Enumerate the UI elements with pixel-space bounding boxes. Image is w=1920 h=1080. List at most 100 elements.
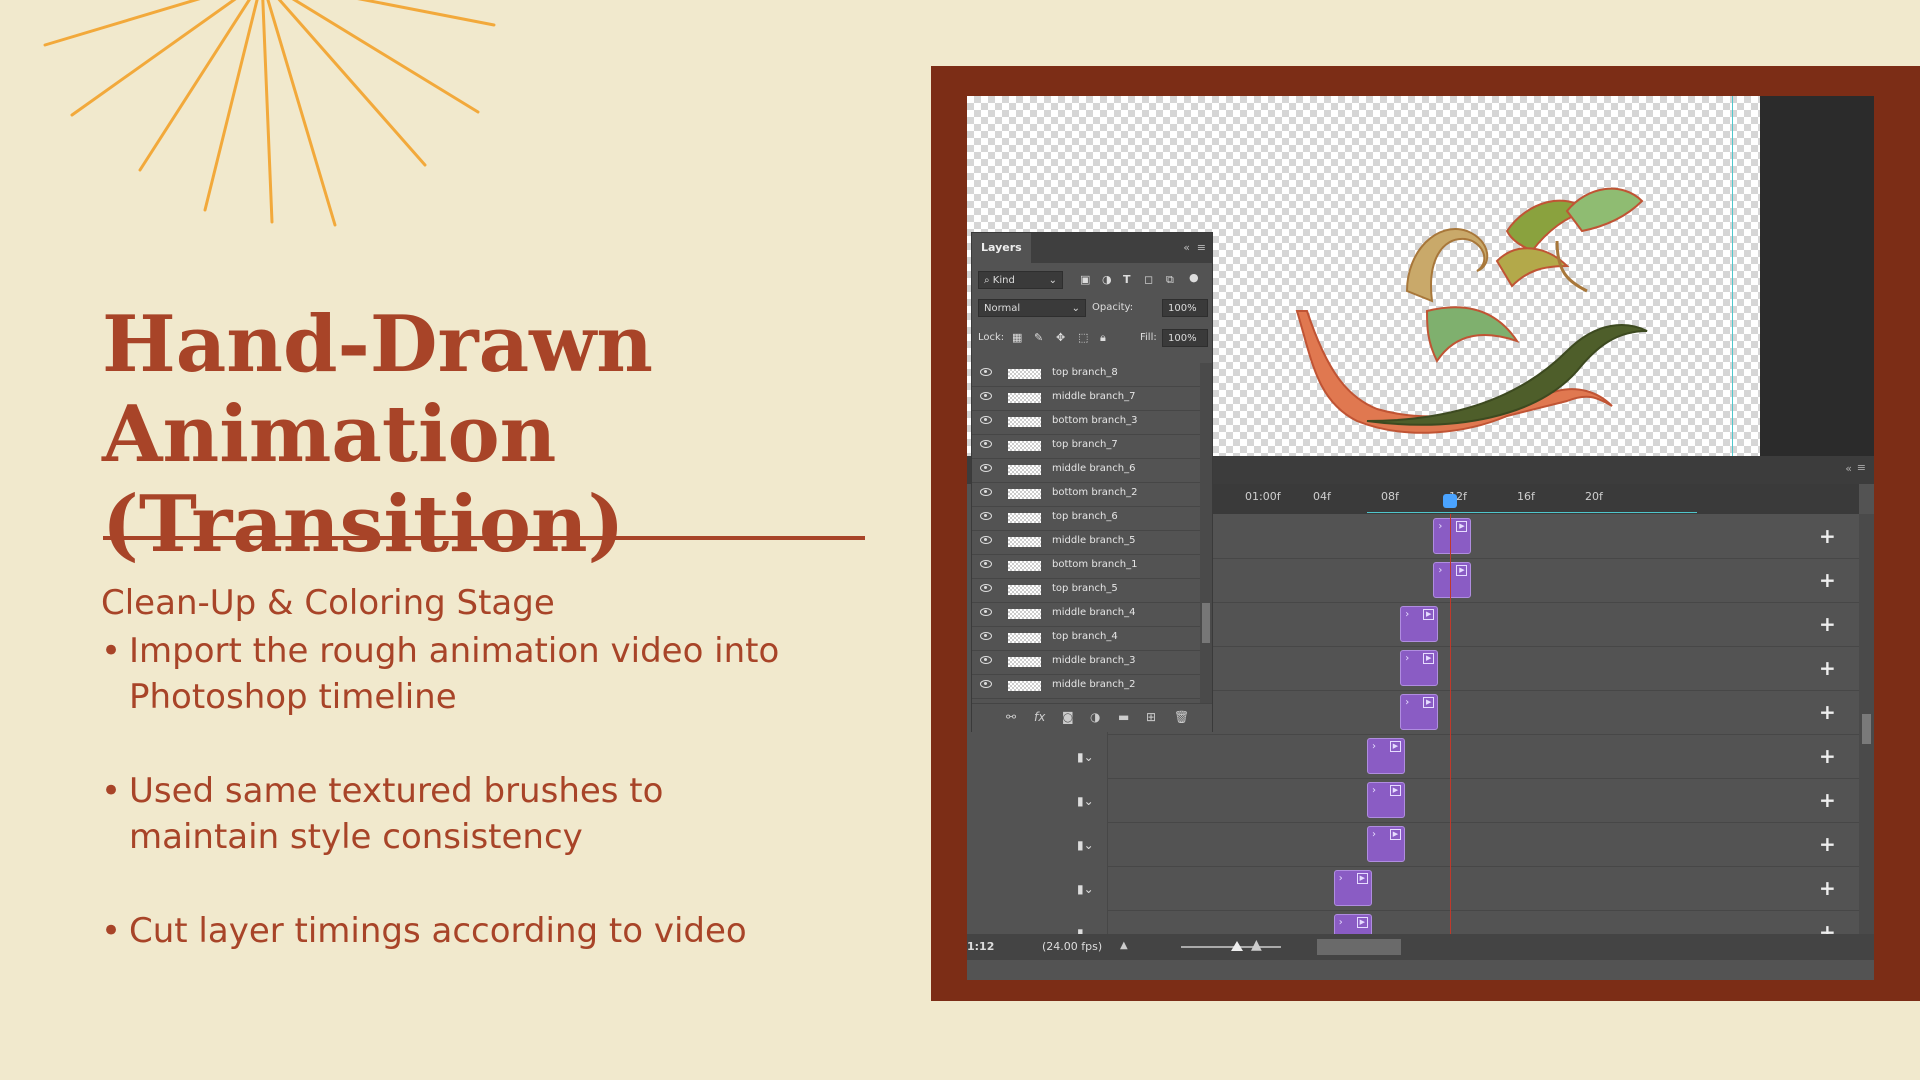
layer-row[interactable]: middle branch_6 bbox=[972, 459, 1200, 483]
add-media-button[interactable]: + bbox=[1819, 656, 1836, 680]
layer-row[interactable]: bottom branch_3 bbox=[972, 411, 1200, 435]
timeline-horizontal-scroll-thumb[interactable] bbox=[1317, 939, 1401, 955]
opacity-field[interactable]: 100% bbox=[1162, 299, 1208, 317]
zoom-slider-thumb[interactable] bbox=[1231, 941, 1243, 951]
zoom-out-icon[interactable]: ▲ bbox=[1120, 940, 1128, 951]
panel-menu-icon[interactable]: ≡ bbox=[1197, 241, 1206, 254]
film-icon[interactable]: ▮⌄ bbox=[1077, 794, 1094, 808]
panel-collapse-icon[interactable]: « bbox=[1183, 241, 1190, 254]
layer-clip[interactable]: › ▶ bbox=[1433, 562, 1472, 598]
clip-end-icon[interactable]: ▶ bbox=[1423, 609, 1435, 620]
timeline-collapse-icon[interactable]: « bbox=[1845, 462, 1852, 475]
layer-clip[interactable]: › ▶ bbox=[1367, 826, 1405, 862]
filter-toggle-icon[interactable]: ● bbox=[1189, 269, 1199, 287]
film-icon[interactable]: ▮⌄ bbox=[1077, 838, 1094, 852]
clip-expand-icon[interactable]: › bbox=[1405, 609, 1409, 620]
clip-end-icon[interactable]: ▶ bbox=[1356, 873, 1368, 884]
layer-row[interactable]: middle branch_7 bbox=[972, 387, 1200, 411]
zoom-in-icon[interactable]: ▲ bbox=[1251, 937, 1262, 953]
type-filter-icon[interactable]: T bbox=[1123, 271, 1131, 289]
clip-end-icon[interactable]: ▶ bbox=[1456, 565, 1468, 576]
layer-clip[interactable]: › ▶ bbox=[1367, 738, 1405, 774]
image-filter-icon[interactable]: ▣ bbox=[1080, 271, 1090, 289]
layer-row[interactable]: middle branch_3 bbox=[972, 651, 1200, 675]
layer-row[interactable]: top branch_5 bbox=[972, 579, 1200, 603]
visibility-eye-icon[interactable] bbox=[980, 440, 992, 448]
layer-clip[interactable]: › ▶ bbox=[1400, 606, 1439, 642]
layers-scroll-thumb[interactable] bbox=[1202, 603, 1210, 643]
layer-row[interactable]: middle branch_5 bbox=[972, 531, 1200, 555]
layer-clip[interactable]: › ▶ bbox=[1400, 694, 1439, 730]
shape-filter-icon[interactable]: ◻ bbox=[1144, 271, 1153, 289]
visibility-eye-icon[interactable] bbox=[980, 368, 992, 376]
new-layer-icon[interactable]: ⊞ bbox=[1146, 710, 1156, 724]
layer-row[interactable]: middle branch_2 bbox=[972, 675, 1200, 699]
visibility-eye-icon[interactable] bbox=[980, 464, 992, 472]
layers-tab[interactable]: Layers bbox=[972, 233, 1031, 263]
layer-row[interactable]: middle branch_4 bbox=[972, 603, 1200, 627]
visibility-eye-icon[interactable] bbox=[980, 680, 992, 688]
blend-mode-select[interactable]: Normal ⌄ bbox=[978, 299, 1086, 317]
add-media-button[interactable]: + bbox=[1819, 524, 1836, 548]
clip-end-icon[interactable]: ▶ bbox=[1390, 829, 1401, 840]
add-media-button[interactable]: + bbox=[1819, 700, 1836, 724]
clip-end-icon[interactable]: ▶ bbox=[1456, 521, 1468, 532]
smart-object-filter-icon[interactable]: ⧉ bbox=[1166, 271, 1174, 289]
layer-row[interactable]: top branch_7 bbox=[972, 435, 1200, 459]
current-timecode[interactable]: 1:12 bbox=[967, 940, 994, 953]
folder-icon[interactable]: ▬ bbox=[1118, 710, 1129, 724]
lock-artboard-icon[interactable]: ⬚ bbox=[1078, 329, 1088, 347]
visibility-eye-icon[interactable] bbox=[980, 560, 992, 568]
clip-expand-icon[interactable]: › bbox=[1405, 697, 1409, 708]
fx-icon[interactable]: fx bbox=[1034, 710, 1045, 724]
film-icon[interactable]: ▮⌄ bbox=[1077, 882, 1094, 896]
adjustment-filter-icon[interactable]: ◑ bbox=[1102, 271, 1112, 289]
visibility-eye-icon[interactable] bbox=[980, 392, 992, 400]
clip-expand-icon[interactable]: › bbox=[1372, 741, 1376, 752]
add-media-button[interactable]: + bbox=[1819, 568, 1836, 592]
layer-clip[interactable]: › ▶ bbox=[1400, 650, 1439, 686]
visibility-eye-icon[interactable] bbox=[980, 632, 992, 640]
add-media-button[interactable]: + bbox=[1819, 612, 1836, 636]
layer-clip[interactable]: › ▶ bbox=[1333, 870, 1372, 906]
clip-expand-icon[interactable]: › bbox=[1405, 653, 1409, 664]
film-icon[interactable]: ▮⌄ bbox=[1077, 750, 1094, 764]
lock-all-icon[interactable]: 🔒︎ bbox=[1100, 329, 1106, 347]
timeline-menu-icon[interactable]: ≡ bbox=[1857, 461, 1866, 474]
clip-expand-icon[interactable]: › bbox=[1438, 521, 1442, 532]
mask-icon[interactable]: ◙ bbox=[1062, 710, 1074, 724]
add-media-button[interactable]: + bbox=[1819, 832, 1836, 856]
layers-scrollbar[interactable] bbox=[1200, 363, 1212, 703]
clip-expand-icon[interactable]: › bbox=[1438, 565, 1442, 576]
layer-row[interactable]: top branch_6 bbox=[972, 507, 1200, 531]
clip-end-icon[interactable]: ▶ bbox=[1423, 653, 1435, 664]
layer-clip[interactable]: › ▶ bbox=[1367, 782, 1405, 818]
fill-field[interactable]: 100% bbox=[1162, 329, 1208, 347]
add-media-button[interactable]: + bbox=[1819, 744, 1836, 768]
layer-row[interactable]: top branch_8 bbox=[972, 363, 1200, 387]
timeline-vertical-scrollbar[interactable] bbox=[1859, 514, 1874, 934]
clip-end-icon[interactable]: ▶ bbox=[1423, 697, 1435, 708]
layer-clip[interactable]: › ▶ bbox=[1433, 518, 1472, 554]
adjustment-icon[interactable]: ◑ bbox=[1090, 710, 1100, 724]
clip-end-icon[interactable]: ▶ bbox=[1390, 785, 1401, 796]
lock-position-icon[interactable]: ✥ bbox=[1056, 329, 1065, 347]
visibility-eye-icon[interactable] bbox=[980, 416, 992, 424]
add-media-button[interactable]: + bbox=[1819, 788, 1836, 812]
timeline-scroll-thumb[interactable] bbox=[1862, 714, 1871, 744]
lock-brush-icon[interactable]: ✎ bbox=[1034, 329, 1043, 347]
layer-row[interactable]: bottom branch_1 bbox=[972, 555, 1200, 579]
visibility-eye-icon[interactable] bbox=[980, 656, 992, 664]
visibility-eye-icon[interactable] bbox=[980, 584, 992, 592]
visibility-eye-icon[interactable] bbox=[980, 512, 992, 520]
add-media-button[interactable]: + bbox=[1819, 876, 1836, 900]
visibility-eye-icon[interactable] bbox=[980, 488, 992, 496]
trash-icon[interactable]: 🗑︎ bbox=[1174, 710, 1189, 724]
timeline-ruler[interactable]: 6f20f01:00f04f08f12f16f20f bbox=[1107, 484, 1859, 514]
layer-row[interactable]: top branch_4 bbox=[972, 627, 1200, 651]
link-icon[interactable]: ⚯ bbox=[1006, 710, 1016, 724]
timeline-zoom-slider[interactable] bbox=[1181, 941, 1281, 951]
clip-expand-icon[interactable]: › bbox=[1372, 785, 1376, 796]
kind-filter-select[interactable]: ⌕ Kind ⌄ bbox=[978, 271, 1063, 289]
playhead-handle[interactable] bbox=[1443, 494, 1457, 508]
